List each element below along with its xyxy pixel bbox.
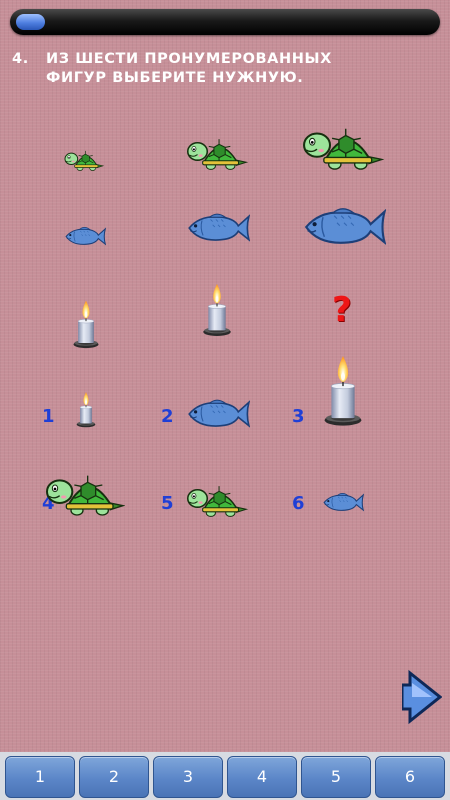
option-6-number: 6 bbox=[292, 493, 305, 514]
answer-button-bar: 1 2 3 4 5 6 bbox=[0, 752, 450, 800]
option-3-number: 3 bbox=[292, 406, 305, 427]
answer-button-2[interactable]: 2 bbox=[79, 756, 149, 798]
progress-bar-fill bbox=[16, 14, 45, 30]
answer-button-4[interactable]: 4 bbox=[227, 756, 297, 798]
turtle-large-icon bbox=[302, 119, 384, 174]
question-line-1: ИЗ ШЕСТИ ПРОНУМЕРОВАННЫХ bbox=[46, 51, 332, 67]
option-1-candle-icon[interactable] bbox=[72, 390, 100, 428]
question-line-2: ФИГУР ВЫБЕРИТЕ НУЖНУЮ. bbox=[46, 70, 304, 86]
option-3-candle-icon[interactable] bbox=[316, 352, 370, 427]
option-6-fish-icon[interactable] bbox=[322, 492, 364, 513]
option-2-fish-icon[interactable] bbox=[186, 398, 250, 430]
next-arrow-icon[interactable] bbox=[402, 667, 442, 727]
answer-button-6[interactable]: 6 bbox=[375, 756, 445, 798]
option-4-turtle-icon[interactable] bbox=[45, 466, 125, 520]
progress-bar bbox=[10, 9, 440, 35]
fish-medium-icon bbox=[186, 212, 250, 244]
question-number: 4. bbox=[12, 51, 29, 67]
fish-small-icon bbox=[64, 226, 106, 247]
option-5-number: 5 bbox=[161, 493, 174, 514]
option-5-turtle-icon[interactable] bbox=[186, 479, 248, 520]
answer-button-1[interactable]: 1 bbox=[5, 756, 75, 798]
option-2-number: 2 bbox=[161, 406, 174, 427]
answer-button-3[interactable]: 3 bbox=[153, 756, 223, 798]
question-mark-icon: ? bbox=[332, 290, 352, 330]
option-1-number: 1 bbox=[42, 406, 55, 427]
candle-medium-icon bbox=[194, 281, 240, 337]
fish-large-icon bbox=[302, 206, 386, 248]
answer-button-5[interactable]: 5 bbox=[301, 756, 371, 798]
turtle-medium-icon bbox=[186, 132, 248, 173]
candle-small-icon bbox=[72, 298, 100, 349]
turtle-small-icon bbox=[64, 146, 104, 173]
